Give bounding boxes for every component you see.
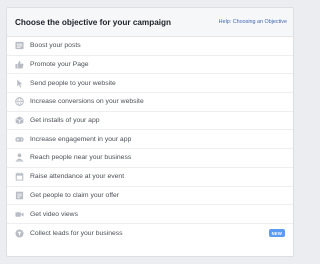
panel-header: Choose the objective for your campaign H… [7,8,293,37]
objective-label: Send people to your website [30,79,116,87]
funnel-icon [15,229,24,238]
help-link[interactable]: Help: Choosing an Objective [219,19,287,25]
objective-label: Raise attendance at your event [30,173,125,181]
objective-app-installs[interactable]: Get installs of your app [7,112,293,131]
calendar-icon [15,172,24,181]
objective-label: Promote your Page [30,61,89,69]
panel-title: Choose the objective for your campaign [15,17,172,27]
objective-label: Increase conversions on your website [30,98,144,106]
posts-icon [15,41,24,50]
objective-reach-nearby[interactable]: Reach people near your business [7,149,293,168]
objective-panel: Choose the objective for your campaign H… [6,7,294,257]
objective-label: Increase engagement in your app [30,135,132,143]
objective-video-views[interactable]: Get video views [7,205,293,224]
gamepad-icon [15,135,24,144]
box-icon [15,116,24,125]
objective-collect-leads[interactable]: Collect leads for your business NEW [7,224,293,243]
objective-increase-conversions[interactable]: Increase conversions on your website [7,93,293,112]
objective-app-engagement[interactable]: Increase engagement in your app [7,130,293,150]
objective-boost-posts[interactable]: Boost your posts [7,37,293,56]
objective-claim-offer[interactable]: Get people to claim your offer [7,187,293,206]
objective-list: Boost your posts Promote your Page Send … [7,37,293,243]
offer-icon [15,191,24,200]
objective-label: Collect leads for your business [30,229,123,237]
objective-send-website[interactable]: Send people to your website [7,74,293,94]
thumbs-up-icon [15,60,24,69]
objective-label: Get people to claim your offer [30,191,120,199]
objective-label: Reach people near your business [30,154,132,162]
objective-label: Get video views [30,210,78,218]
objective-event-attendance[interactable]: Raise attendance at your event [7,168,293,187]
person-location-icon [15,153,24,163]
objective-promote-page[interactable]: Promote your Page [7,56,293,75]
cursor-icon [15,79,24,88]
video-camera-icon [15,210,24,219]
objective-label: Boost your posts [30,42,81,50]
objective-label: Get installs of your app [30,117,100,125]
new-badge: NEW [268,229,285,238]
globe-icon [15,97,24,107]
